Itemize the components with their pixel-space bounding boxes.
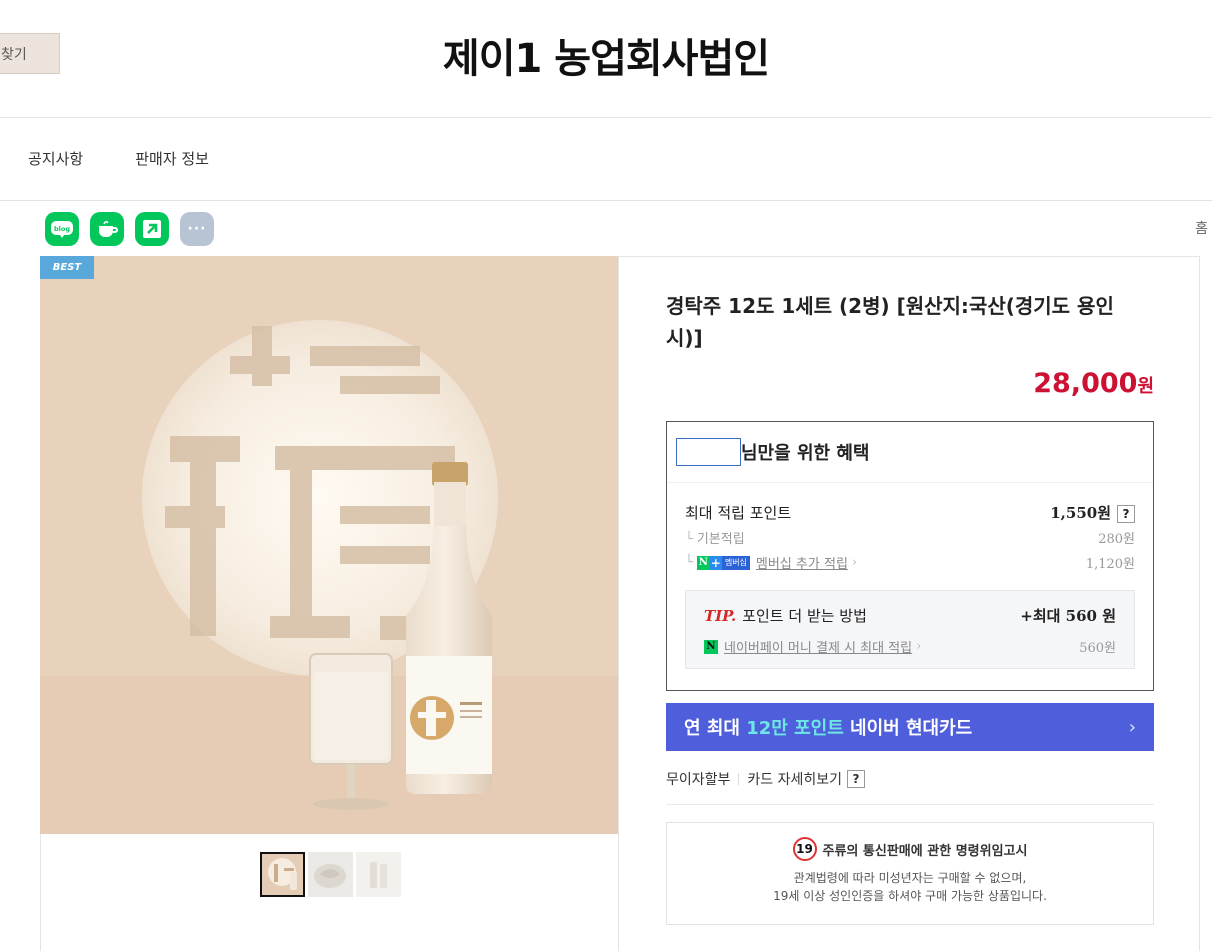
product-price: 28,000원 <box>1033 368 1154 399</box>
product-gallery: BEST <box>40 256 619 951</box>
more-icon[interactable]: ··· <box>180 212 214 246</box>
notice-line-1: 관계법령에 따라 미성년자는 구매할 수 없으며, <box>793 871 1027 885</box>
benefit-box: 님만을 위한 혜택 최대 적립 포인트 1,550원? └ 기본적립 280원 └… <box>666 421 1154 691</box>
blog-icon[interactable]: blog <box>45 212 79 246</box>
benefit-heading: 님만을 위한 혜택 <box>676 438 869 466</box>
membership-points-value: 1,120원 <box>1085 557 1135 572</box>
max-points-label: 최대 적립 포인트 <box>685 504 792 522</box>
price-value: 28,000 <box>1033 368 1138 399</box>
tip-prefix: TIP. <box>704 607 737 625</box>
store-nav: 공지사항 판매자 정보 <box>28 148 209 169</box>
user-name-box <box>676 438 741 466</box>
thumbnail-list <box>260 852 401 897</box>
help-icon[interactable]: ? <box>847 770 866 788</box>
npay-value: 560원 <box>1079 641 1116 656</box>
chevron-right-icon: › <box>851 555 858 570</box>
membership-link[interactable]: 멤버십 추가 적립 <box>756 553 848 572</box>
home-link[interactable]: 홈 <box>1195 218 1208 238</box>
band-icon[interactable] <box>135 212 169 246</box>
divider <box>0 200 1212 201</box>
tip-row: TIP. 포인트 더 받는 방법 +최대 560 원 <box>704 605 1116 626</box>
divider <box>666 804 1154 805</box>
basic-points-value: 280원 <box>1098 532 1135 547</box>
basic-points-row: └ 기본적립 280원 <box>685 528 1135 547</box>
thumbnail-3[interactable] <box>356 852 401 897</box>
chevron-right-icon: › <box>916 639 922 654</box>
cafe-icon[interactable] <box>90 212 124 246</box>
notice-line-2: 19세 이상 성인인증을 하셔야 구매 가능한 상품입니다. <box>773 889 1047 903</box>
svg-text:blog: blog <box>54 225 70 233</box>
tip-label: 포인트 더 받는 방법 <box>742 607 867 625</box>
card-promo-highlight: 12만 포인트 <box>746 718 844 739</box>
installment-row: 무이자할부 카드 자세히보기 ? <box>666 769 866 789</box>
price-unit: 원 <box>1137 376 1154 397</box>
help-icon[interactable]: ? <box>1117 505 1135 523</box>
store-name[interactable]: 제이1 농업회사법인 <box>0 26 1212 84</box>
alcohol-notice: 19 주류의 통신판매에 관한 명령위임고시 관계법령에 따라 미성년자는 구매… <box>666 822 1154 925</box>
npay-row: N 네이버페이 머니 결제 시 최대 적립 › 560원 <box>704 637 1116 656</box>
divider <box>0 117 1212 118</box>
age-19-icon: 19 <box>792 837 817 861</box>
divider <box>667 482 1153 483</box>
tip-box: TIP. 포인트 더 받는 방법 +최대 560 원 N 네이버페이 머니 결제 … <box>685 590 1135 669</box>
best-badge: BEST <box>40 256 94 279</box>
membership-points-row: └ N + 멤버십 멤버십 추가 적립 › 1,120원 <box>685 553 1135 572</box>
nav-item-seller-info[interactable]: 판매자 정보 <box>135 148 209 169</box>
basic-points-label: 기본적립 <box>696 532 745 547</box>
card-detail-link[interactable]: 카드 자세히보기 <box>747 769 842 789</box>
share-bar: blog ··· <box>45 212 214 246</box>
thumbnail-1[interactable] <box>260 852 305 897</box>
product-title: 경탁주 12도 1세트 (2병) [원산지:국산(경기도 용인시)] <box>666 294 1114 350</box>
npay-link[interactable]: 네이버페이 머니 결제 시 최대 적립 <box>724 637 912 656</box>
max-points-value: 1,550원 <box>1050 504 1111 522</box>
npay-icon: N <box>704 639 718 654</box>
card-promo-banner[interactable]: 연 최대 12만 포인트 네이버 현대카드 › <box>666 703 1154 751</box>
chevron-right-icon: › <box>1128 716 1136 738</box>
installment-label: 무이자할부 <box>666 772 731 788</box>
max-points-row: 최대 적립 포인트 1,550원? <box>685 502 1135 523</box>
thumbnail-2[interactable] <box>308 852 353 897</box>
notice-title: 주류의 통신판매에 관한 명령위임고시 <box>822 843 1028 859</box>
membership-badge-icon: N + 멤버십 <box>696 555 750 570</box>
tip-value: +최대 560 원 <box>1020 607 1116 625</box>
product-main-image[interactable]: BEST <box>40 256 618 834</box>
nav-item-notice[interactable]: 공지사항 <box>28 148 83 169</box>
